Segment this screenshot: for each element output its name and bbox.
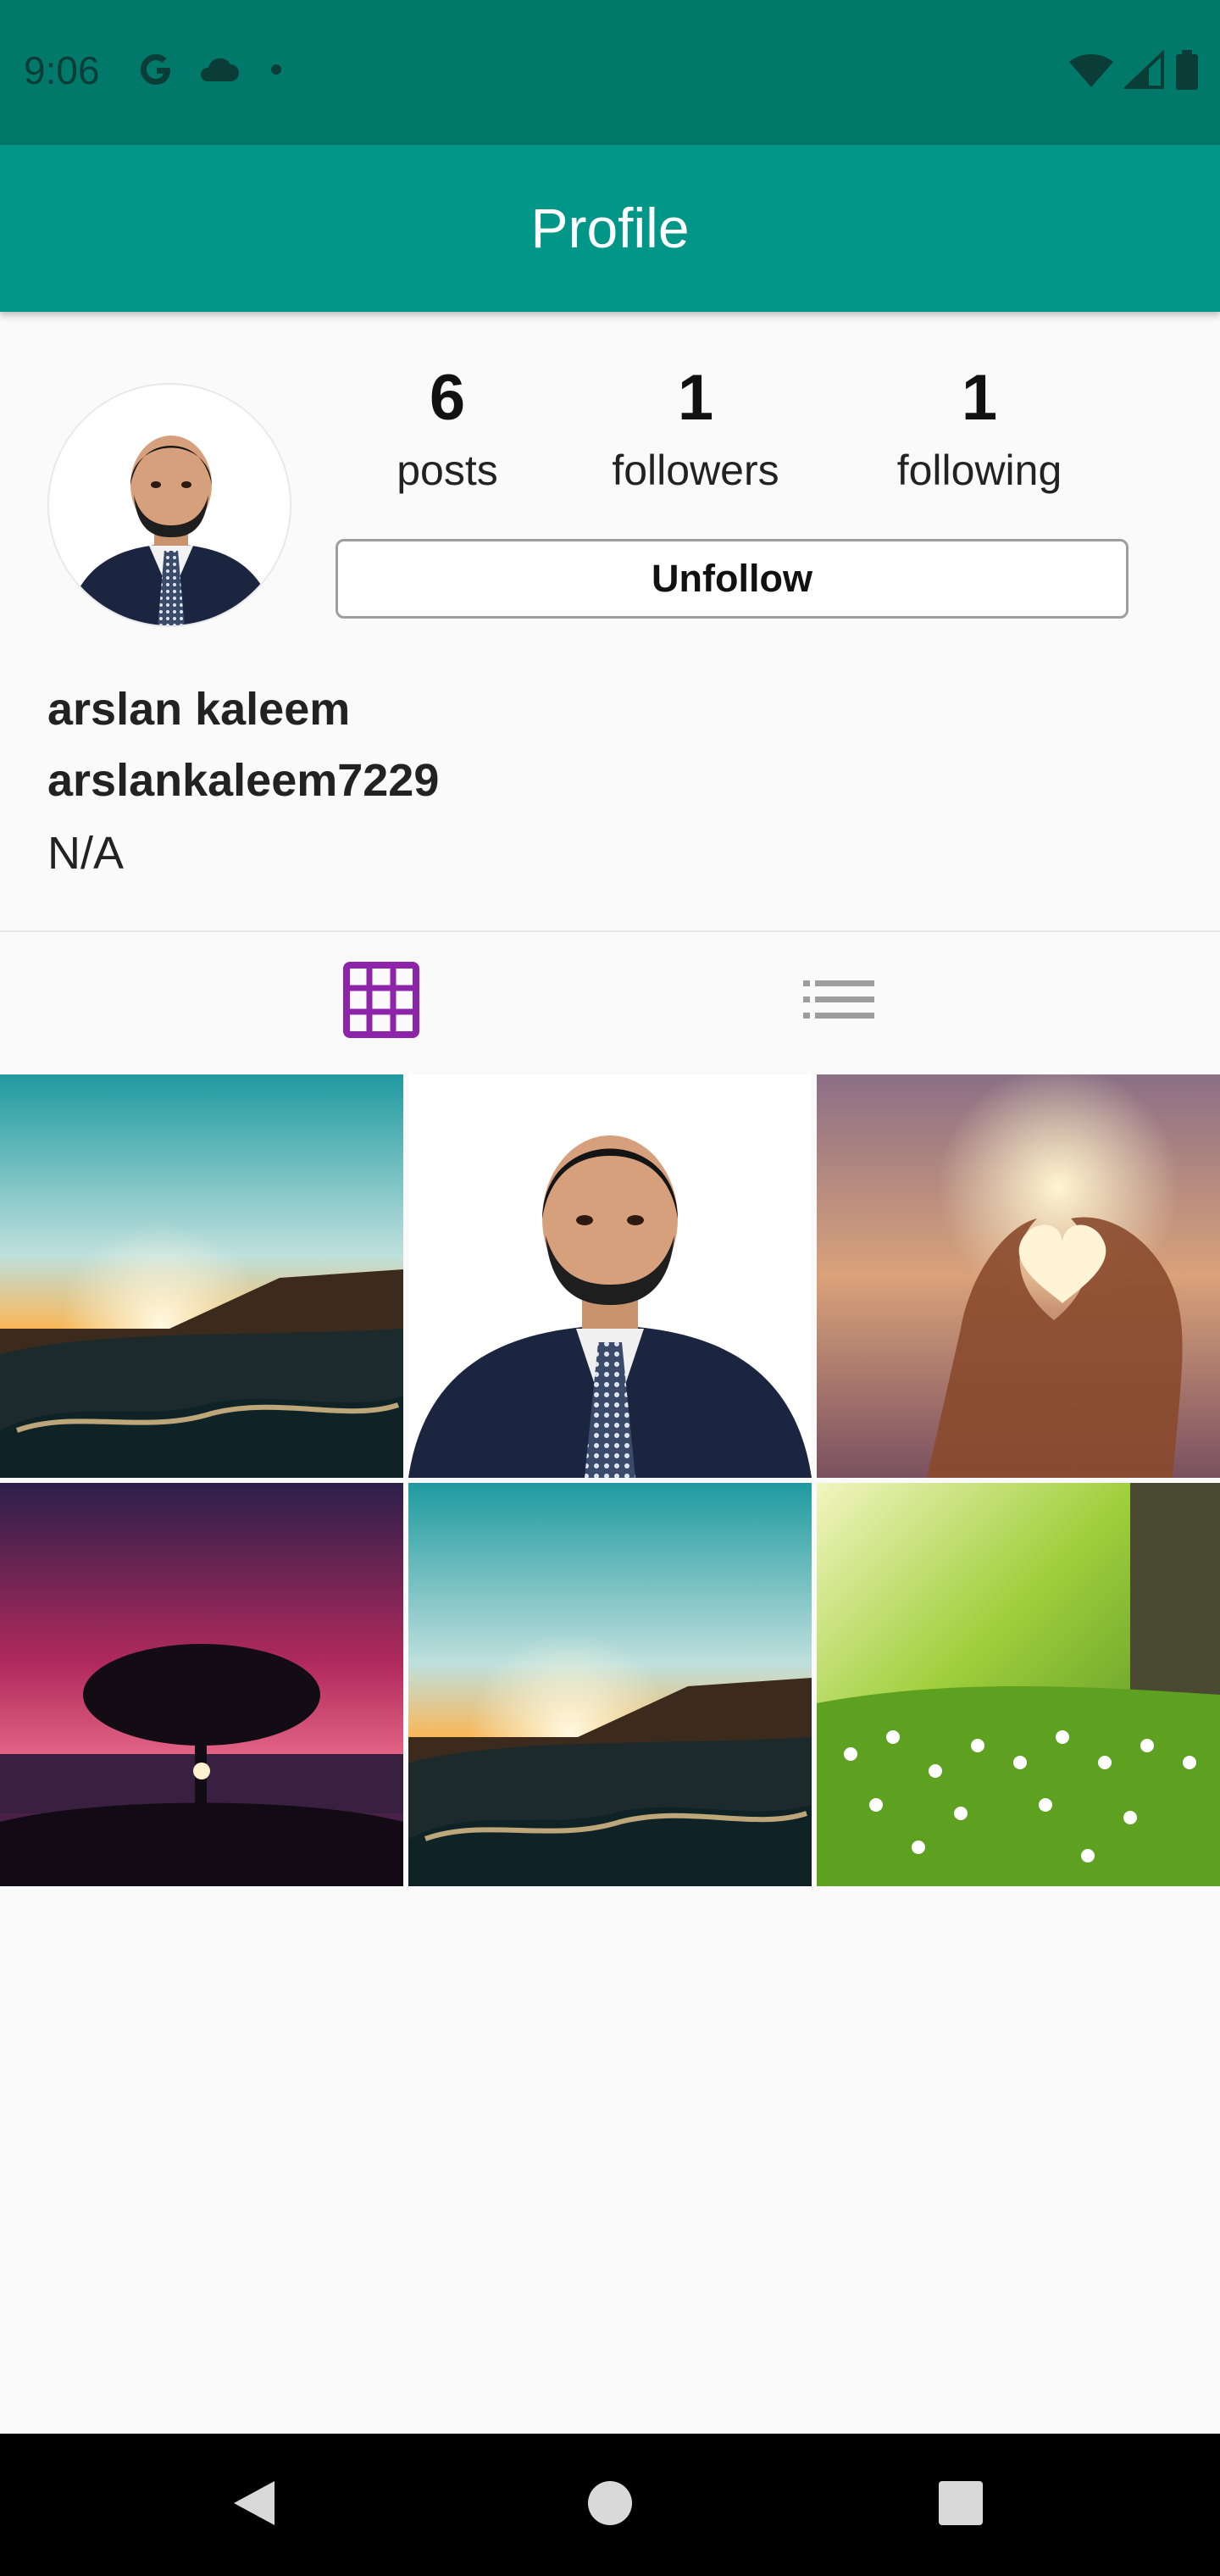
profile-bio: N/A <box>47 828 125 879</box>
stat-followers[interactable]: 1 followers <box>585 356 806 500</box>
nav-bar <box>0 2434 1220 2576</box>
status-left-icons <box>136 49 293 94</box>
avatar[interactable] <box>47 383 291 627</box>
back-button[interactable] <box>203 2434 305 2576</box>
profile-name: arslan kaleem <box>47 684 351 735</box>
post-thumbnail[interactable] <box>408 1074 812 1478</box>
followers-count: 1 <box>677 362 714 434</box>
page-title: Profile <box>530 197 690 259</box>
grid-view-icon <box>343 961 419 1042</box>
wifi-icon <box>1068 50 1115 95</box>
followers-label: followers <box>612 447 779 494</box>
battery-icon <box>1174 49 1200 96</box>
recents-icon <box>937 2479 984 2531</box>
recents-button[interactable] <box>910 2434 1012 2576</box>
post-thumbnail[interactable] <box>408 1483 812 1886</box>
stat-following[interactable]: 1 following <box>869 356 1090 500</box>
dot-icon <box>259 53 293 91</box>
following-label: following <box>896 447 1062 494</box>
app-bar: Profile <box>0 145 1220 312</box>
post-thumbnail[interactable] <box>0 1483 403 1886</box>
unfollow-button[interactable]: Unfollow <box>336 539 1128 619</box>
post-thumbnail[interactable] <box>0 1074 403 1478</box>
profile-username: arslankaleem7229 <box>47 755 440 806</box>
posts-count: 6 <box>429 362 466 434</box>
signal-icon <box>1123 49 1166 95</box>
post-thumbnail[interactable] <box>817 1483 1220 1886</box>
status-bar: 9:06 <box>0 0 1220 145</box>
home-icon <box>586 2479 634 2531</box>
back-icon <box>230 2478 278 2533</box>
status-time: 9:06 <box>24 48 100 92</box>
status-right-icons <box>1068 49 1200 96</box>
posts-grid <box>0 1074 1220 1886</box>
home-button[interactable] <box>559 2434 661 2576</box>
post-thumbnail[interactable] <box>817 1074 1220 1478</box>
following-count: 1 <box>961 362 998 434</box>
google-icon <box>136 49 176 94</box>
stat-posts[interactable]: 6 posts <box>337 356 557 500</box>
divider <box>0 930 1220 932</box>
cloud-icon <box>195 53 241 91</box>
posts-label: posts <box>396 447 498 494</box>
list-view-icon <box>803 979 874 1025</box>
tab-list[interactable] <box>534 934 1144 1069</box>
